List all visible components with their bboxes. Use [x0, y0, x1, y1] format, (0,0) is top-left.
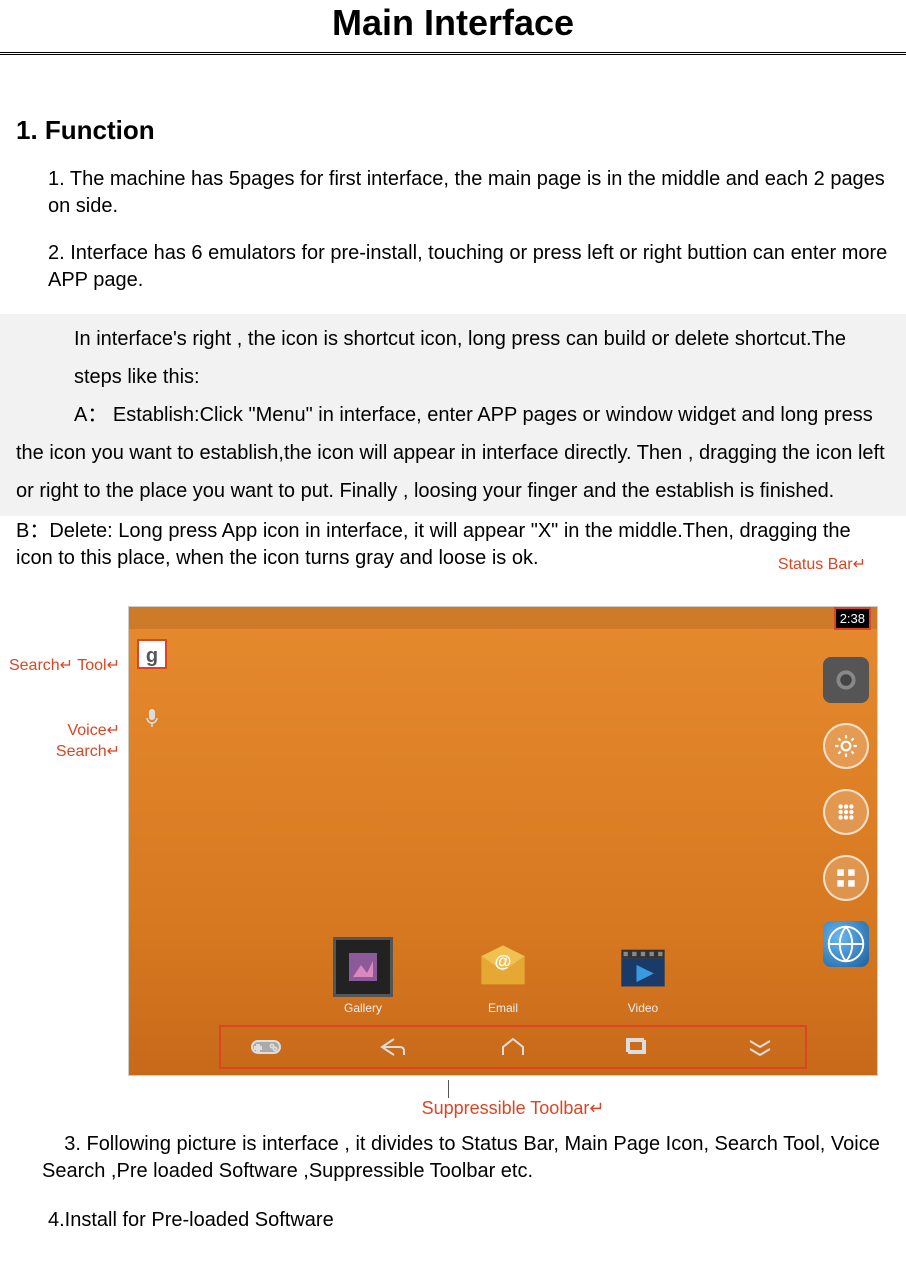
dock-app-gallery[interactable]: Gallery	[333, 937, 393, 1015]
apps-drawer-icon[interactable]	[823, 789, 869, 835]
nav-back-button[interactable]	[365, 1032, 415, 1062]
widgets-icon[interactable]	[823, 855, 869, 901]
gamepad-icon	[250, 1035, 282, 1059]
voice-search-widget[interactable]	[137, 703, 167, 733]
email-icon: @	[473, 937, 533, 997]
annotation-voice-search-label: Voice↵ Search↵	[0, 721, 120, 763]
gallery-icon	[333, 937, 393, 997]
dock-app-email[interactable]: @ Email	[473, 937, 533, 1015]
section-function-heading: 1. Function	[0, 115, 906, 166]
shortcut-delete-text: B：Delete: Long press App icon in interfa…	[0, 516, 906, 574]
svg-text:@: @	[495, 951, 512, 971]
recent-apps-icon	[621, 1035, 653, 1059]
status-bar[interactable]: 2:38	[129, 607, 877, 629]
device-screenshot: 2:38 g	[128, 606, 878, 1076]
nav-gamepad-button[interactable]	[241, 1032, 291, 1062]
dock-app-video[interactable]: Video	[613, 937, 673, 1015]
shortcut-intro-text: In interface's right , the icon is short…	[16, 320, 890, 396]
suppressible-connector-line	[448, 1080, 449, 1098]
dock-app-gallery-label: Gallery	[344, 1001, 382, 1015]
page-title: Main Interface	[0, 0, 906, 55]
suppressible-toolbar[interactable]	[219, 1025, 807, 1069]
annotation-left-column: Search↵ Tool↵ Voice↵ Search↵	[0, 606, 120, 806]
function-item-2: 2. Interface has 6 emulators for pre-ins…	[0, 240, 906, 294]
home-icon	[497, 1035, 529, 1059]
chevron-down-icon	[744, 1035, 776, 1059]
function-item-1: 1. The machine has 5pages for first inte…	[0, 166, 906, 220]
microphone-icon	[145, 708, 159, 728]
shortcut-establish-text: A： Establish:Click "Menu" in interface, …	[16, 404, 885, 502]
function-item-3: 3. Following picture is interface , it d…	[0, 1131, 906, 1185]
nav-recent-button[interactable]	[612, 1032, 662, 1062]
grid-widget-icon	[833, 865, 859, 891]
gear-icon	[833, 733, 859, 759]
search-tool-widget[interactable]: g	[137, 639, 167, 669]
interface-figure: Status Bar↵ Search↵ Tool↵ Voice↵ Search↵…	[0, 574, 906, 1131]
dock-app-video-label: Video	[628, 1001, 658, 1015]
apps-grid-icon	[833, 799, 859, 825]
status-time-badge: 2:38	[834, 607, 871, 630]
shortcut-instructions-block: In interface's right , the icon is short…	[0, 314, 906, 516]
nav-collapse-button[interactable]	[735, 1032, 785, 1062]
annotation-search-tool-label: Search↵ Tool↵	[0, 656, 120, 677]
camera-icon	[823, 657, 869, 703]
annotation-suppressible-toolbar-label: Suppressible Toolbar↵	[302, 1098, 605, 1118]
dock-app-email-label: Email	[488, 1001, 518, 1015]
settings-app-icon[interactable]	[823, 723, 869, 769]
back-icon	[374, 1035, 406, 1059]
video-icon	[613, 937, 673, 997]
function-item-4: 4.Install for Pre-loaded Software	[0, 1185, 906, 1232]
annotation-status-bar-label: Status Bar↵	[778, 554, 866, 574]
camera-app-icon[interactable]	[823, 657, 869, 703]
nav-home-button[interactable]	[488, 1032, 538, 1062]
